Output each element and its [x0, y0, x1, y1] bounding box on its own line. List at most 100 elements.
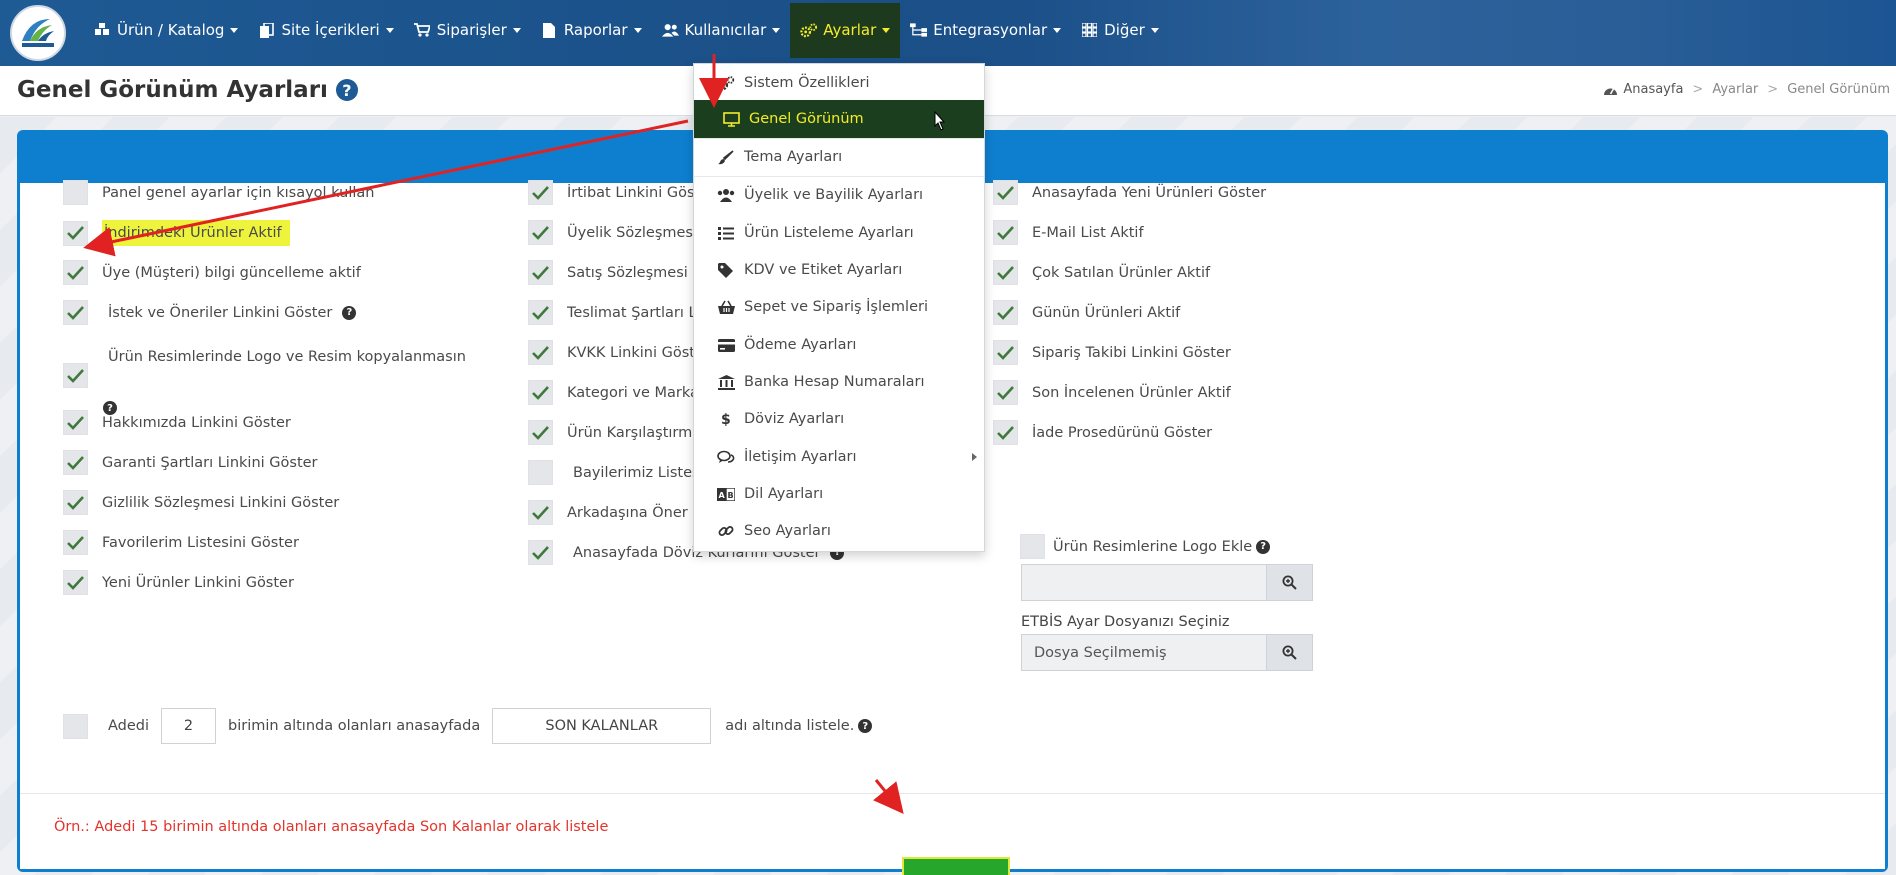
checkbox[interactable]: [1020, 534, 1045, 559]
option-col1-7[interactable]: Gizlilik Sözleşmesi Linkini Göster: [63, 490, 339, 515]
option-col1-0[interactable]: Panel genel ayarlar için kısayol kullan: [63, 180, 374, 205]
option-col1-9[interactable]: Yeni Ürünler Linkini Göster: [63, 570, 294, 595]
nav-ayarlar[interactable]: Ayarlar: [790, 2, 901, 58]
breadcrumb-separator: >: [1767, 82, 1779, 97]
checkbox-checked[interactable]: [528, 300, 553, 325]
checkbox-checked[interactable]: [63, 410, 88, 435]
option-label: E-Mail List Aktif: [1032, 224, 1144, 241]
checkbox-checked[interactable]: [993, 340, 1018, 365]
checkbox-checked[interactable]: [63, 363, 88, 388]
checkbox-checked[interactable]: [528, 500, 553, 525]
etbis-file-browse-button[interactable]: [1267, 634, 1313, 671]
option-col2-5[interactable]: Kategori ve Marka F: [528, 380, 712, 405]
option-col2-2[interactable]: Satış Sözleşmesi Lin: [528, 260, 714, 285]
nav-site-icerikleri[interactable]: Site İçerikleri: [248, 3, 403, 58]
nav-urun-katalog[interactable]: Ürün / Katalog: [84, 3, 248, 58]
etbis-file-picker[interactable]: Dosya Seçilmemiş: [1021, 634, 1313, 671]
menu-item-0[interactable]: Sistem Özellikleri: [694, 64, 984, 102]
help-icon[interactable]: ?: [342, 305, 357, 320]
son-kalanlar-checkbox[interactable]: [63, 713, 88, 739]
option-col2-7[interactable]: Bayilerimiz Listesi: [528, 460, 704, 485]
logo-file-browse-button[interactable]: [1267, 564, 1313, 601]
option-col2-4[interactable]: KVKK Linkini Göster: [528, 340, 710, 365]
nav-entegrasyonlar[interactable]: Entegrasyonlar: [900, 3, 1071, 58]
check-icon: [997, 225, 1014, 240]
help-icon[interactable]: ?: [1256, 539, 1271, 554]
top-navbar: Ürün / Katalog Site İçerikleri Siparişle…: [0, 0, 1896, 66]
checkbox-checked[interactable]: [993, 260, 1018, 285]
checkbox-checked[interactable]: [63, 530, 88, 555]
nav-label: Siparişler: [436, 21, 507, 39]
option-col3-2[interactable]: Çok Satılan Ürünler Aktif: [993, 260, 1210, 285]
checkbox-checked[interactable]: [63, 570, 88, 595]
option-col3-6[interactable]: İade Prosedürünü Göster: [993, 420, 1212, 445]
checkbox-checked[interactable]: [63, 220, 88, 246]
option-col1-5[interactable]: Hakkımızda Linkini Göster: [63, 410, 291, 435]
option-col2-1[interactable]: Üyelik Sözleşmesi L: [528, 220, 710, 245]
save-button[interactable]: KAYDET: [902, 857, 1010, 875]
option-col3-4[interactable]: Sipariş Takibi Linkini Göster: [993, 340, 1231, 365]
checkbox[interactable]: [63, 180, 88, 205]
help-icon[interactable]: ?: [858, 719, 873, 733]
option-col2-3[interactable]: Teslimat Şartları Lin: [528, 300, 710, 325]
option-col1-1[interactable]: İndirimdeki Ürünler Aktif: [63, 220, 290, 246]
checkbox-checked[interactable]: [993, 420, 1018, 445]
checkbox[interactable]: [528, 460, 553, 485]
son-kalanlar-name-input[interactable]: SON KALANLAR: [492, 708, 712, 744]
logo-file-input[interactable]: [1021, 564, 1267, 601]
option-col1-2[interactable]: Üye (Müşteri) bilgi güncelleme aktif: [63, 260, 361, 285]
checkbox-checked[interactable]: [528, 420, 553, 445]
menu-item-11[interactable]: A B Dil Ayarları: [694, 475, 984, 513]
breadcrumb-ayarlar[interactable]: Ayarlar: [1712, 82, 1758, 97]
menu-item-7[interactable]: Ödeme Ayarları: [694, 326, 984, 364]
nav-diger[interactable]: Diğer: [1071, 3, 1169, 58]
checkbox-checked[interactable]: [63, 260, 88, 285]
option-col1-3[interactable]: İstek ve Öneriler Linkini Göster?: [63, 300, 357, 325]
logo-file-picker[interactable]: [1021, 564, 1313, 601]
etbis-file-input[interactable]: Dosya Seçilmemiş: [1021, 634, 1267, 671]
option-col1-6[interactable]: Garanti Şartları Linkini Göster: [63, 450, 318, 475]
menu-item-5[interactable]: KDV ve Etiket Ayarları: [694, 251, 984, 289]
option-col3-1[interactable]: E-Mail List Aktif: [993, 220, 1144, 245]
checkbox-checked[interactable]: [528, 380, 553, 405]
option-col1-8[interactable]: Favorilerim Listesini Göster: [63, 530, 299, 555]
option-col3-0[interactable]: Anasayfada Yeni Ürünleri Göster: [993, 180, 1266, 205]
menu-item-8[interactable]: Banka Hesap Numaraları: [694, 363, 984, 401]
checkbox-checked[interactable]: [528, 340, 553, 365]
nav-kullanicilar[interactable]: Kullanıcılar: [652, 3, 791, 58]
menu-item-9[interactable]: $ Döviz Ayarları: [694, 400, 984, 438]
checkbox-checked[interactable]: [63, 490, 88, 515]
menu-item-6[interactable]: Sepet ve Sipariş İşlemleri: [694, 288, 984, 326]
checkbox-checked[interactable]: [528, 540, 553, 565]
nav-raporlar[interactable]: Raporlar: [531, 3, 652, 58]
checkbox-checked[interactable]: [63, 450, 88, 475]
option-col3-3[interactable]: Günün Ürünleri Aktif: [993, 300, 1180, 325]
brand-logo[interactable]: [10, 5, 66, 61]
checkbox-checked[interactable]: [63, 300, 88, 325]
menu-item-3[interactable]: Üyelik ve Bayilik Ayarları: [694, 176, 984, 214]
breadcrumb-home[interactable]: Anasayfa: [1603, 82, 1683, 97]
option-col1-4[interactable]: Ürün Resimlerinde Logo ve Resim kopyalan…: [63, 349, 466, 415]
breadcrumb-current: Genel Görünüm: [1787, 82, 1890, 97]
checkbox-checked[interactable]: [528, 260, 553, 285]
menu-item-label: Banka Hesap Numaraları: [744, 374, 925, 390]
checkbox-checked[interactable]: [528, 180, 553, 205]
menu-item-4[interactable]: Ürün Listeleme Ayarları: [694, 214, 984, 252]
checkbox-checked[interactable]: [528, 220, 553, 245]
son-kalanlar-qty-input[interactable]: 2: [161, 708, 217, 744]
option-col2-0[interactable]: İrtibat Linkini Göster: [528, 180, 715, 205]
option-logo-ekle[interactable]: Ürün Resimlerine Logo Ekle ?: [1020, 534, 1271, 559]
menu-item-1[interactable]: Genel Görünüm: [694, 100, 984, 138]
menu-item-12[interactable]: Seo Ayarları: [694, 512, 984, 550]
option-col3-5[interactable]: Son İncelenen Ürünler Aktif: [993, 380, 1231, 405]
checkbox-checked[interactable]: [993, 220, 1018, 245]
language-icon: AB: [717, 486, 735, 502]
checkbox-checked[interactable]: [993, 380, 1018, 405]
menu-item-10[interactable]: İletişim Ayarları: [694, 438, 984, 476]
menu-item-2[interactable]: Tema Ayarları: [694, 138, 984, 176]
checkbox-checked[interactable]: [993, 300, 1018, 325]
option-col2-6[interactable]: Ürün Karşılaştırma: [528, 420, 701, 445]
help-icon[interactable]: ?: [335, 79, 358, 101]
nav-siparisler[interactable]: Siparişler: [404, 3, 531, 58]
checkbox-checked[interactable]: [993, 180, 1018, 205]
